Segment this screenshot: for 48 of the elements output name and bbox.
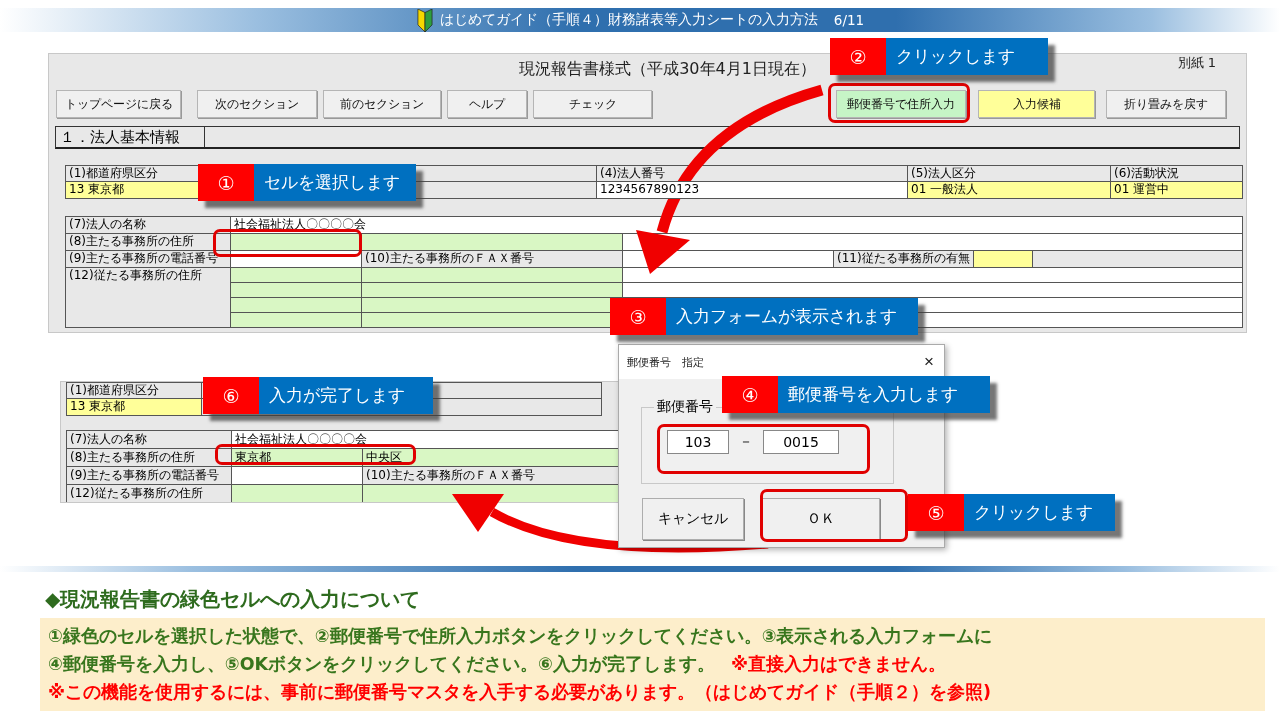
toolbar-button[interactable]: 入力候補 — [978, 90, 1095, 118]
toolbar-button[interactable]: ヘルプ — [447, 90, 527, 118]
table-cell: 社会福祉法人〇〇〇〇会 — [230, 216, 1243, 234]
dialog-button[interactable]: ＯＫ — [762, 498, 880, 540]
toolbar-button[interactable]: 郵便番号で住所入力 — [836, 90, 966, 118]
page-number: 6/11 — [833, 12, 865, 28]
step-number: ⑥ — [203, 377, 259, 414]
step-number: ① — [198, 164, 254, 201]
callout-text: 入力が完了します — [259, 377, 433, 414]
note-text: ④郵便番号を入力し、⑤OKボタンをクリックしてください。⑥入力が完了します。 — [48, 653, 715, 676]
row-label: (11)従たる事務所の有無 — [833, 251, 973, 267]
toolbar-button[interactable]: トップページに戻る — [56, 90, 181, 118]
callout-text: クリックします — [964, 494, 1115, 531]
callout-text: セルを選択します — [254, 164, 416, 201]
dialog-button[interactable]: キャンセル — [642, 498, 744, 540]
beginner-mark-icon — [415, 8, 434, 32]
note-text: ①緑色のセルを選択した状態で、②郵便番号で住所入力ボタンをクリックしてください。③表示される入力フォームに — [48, 625, 993, 648]
group-label: 郵便番号 — [654, 398, 716, 416]
section-heading: ◆現況報告書の緑色セルへの入力について — [45, 586, 421, 612]
toolbar-button[interactable]: 折り畳みを戻す — [1106, 90, 1226, 118]
callout-text: 郵便番号を入力します — [778, 376, 990, 413]
table-cell: 01 一般法人 — [907, 181, 1111, 199]
row-label: (12)従たる事務所の住所 — [65, 267, 231, 328]
annex-label: 別紙 1 — [1177, 54, 1216, 72]
table-cell: 01 運営中 — [1110, 181, 1243, 199]
toolbar-button[interactable]: 前のセクション — [323, 90, 441, 118]
input-field[interactable]: 0015 — [763, 430, 839, 454]
step-number: ④ — [722, 376, 778, 413]
input-field[interactable]: 103 — [667, 430, 729, 454]
section-title: １．法人基本情報 — [56, 127, 205, 147]
banner-title: はじめてガイド（手順４）財務諸表等入力シートの入力方法 — [439, 11, 818, 29]
toolbar-button[interactable]: チェック — [533, 90, 652, 118]
close-button[interactable]: × — [922, 352, 936, 372]
toolbar-button[interactable]: 次のセクション — [197, 90, 317, 118]
table-cell: 13 東京都 — [66, 398, 202, 416]
dialog-title: 郵便番号 指定 — [627, 354, 704, 370]
step-number: ② — [830, 38, 886, 75]
step-number: ⑤ — [908, 494, 964, 531]
callout-text: 入力フォームが表示されます — [666, 298, 918, 335]
row-label: (7)法人の名称 — [65, 216, 231, 234]
dash-separator: － — [739, 433, 753, 451]
sheet-title: 現況報告書様式（平成30年4月1日現在） — [519, 58, 816, 80]
step-number: ③ — [610, 298, 666, 335]
table-cell: 1234567890123 — [596, 181, 908, 199]
note-text: ※直接入力はできません。 — [730, 653, 946, 676]
callout-text: クリックします — [886, 38, 1048, 75]
note-text: ※この機能を使用するには、事前に郵便番号マスタを入手する必要があります。（はじめてガイド（手順２）を参照) — [48, 681, 991, 704]
table-cell: 13 東京都 — [65, 181, 201, 199]
